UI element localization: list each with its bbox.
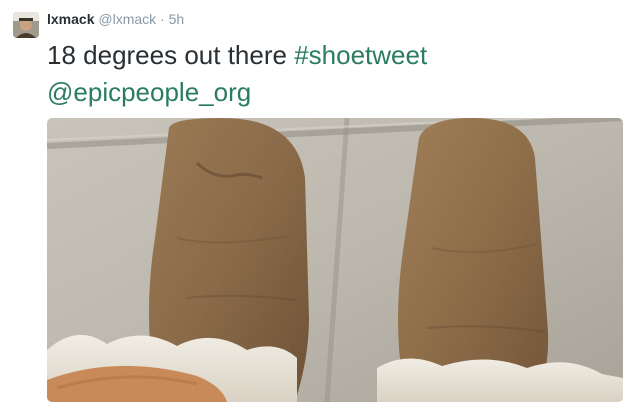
tweet-text-plain: 18 degrees out there	[47, 40, 295, 70]
separator-dot: ·	[160, 11, 165, 27]
user-handle[interactable]: @lxmack	[98, 11, 156, 27]
avatar[interactable]	[13, 12, 39, 38]
timestamp[interactable]: 5h	[169, 11, 185, 27]
tweet-text: 18 degrees out there #shoetweet @epicpeo…	[47, 37, 627, 111]
tweet-card: lxmack @lxmack · 5h 18 degrees out there…	[0, 0, 637, 411]
user-avatar-icon	[13, 12, 39, 38]
tweet-header: lxmack @lxmack · 5h	[47, 10, 184, 28]
display-name[interactable]: lxmack	[47, 11, 94, 27]
tweet-photo[interactable]	[47, 118, 623, 402]
mention-link[interactable]: @epicpeople_org	[47, 77, 251, 107]
hashtag-link[interactable]: #shoetweet	[294, 40, 427, 70]
boots-photo	[47, 118, 623, 402]
